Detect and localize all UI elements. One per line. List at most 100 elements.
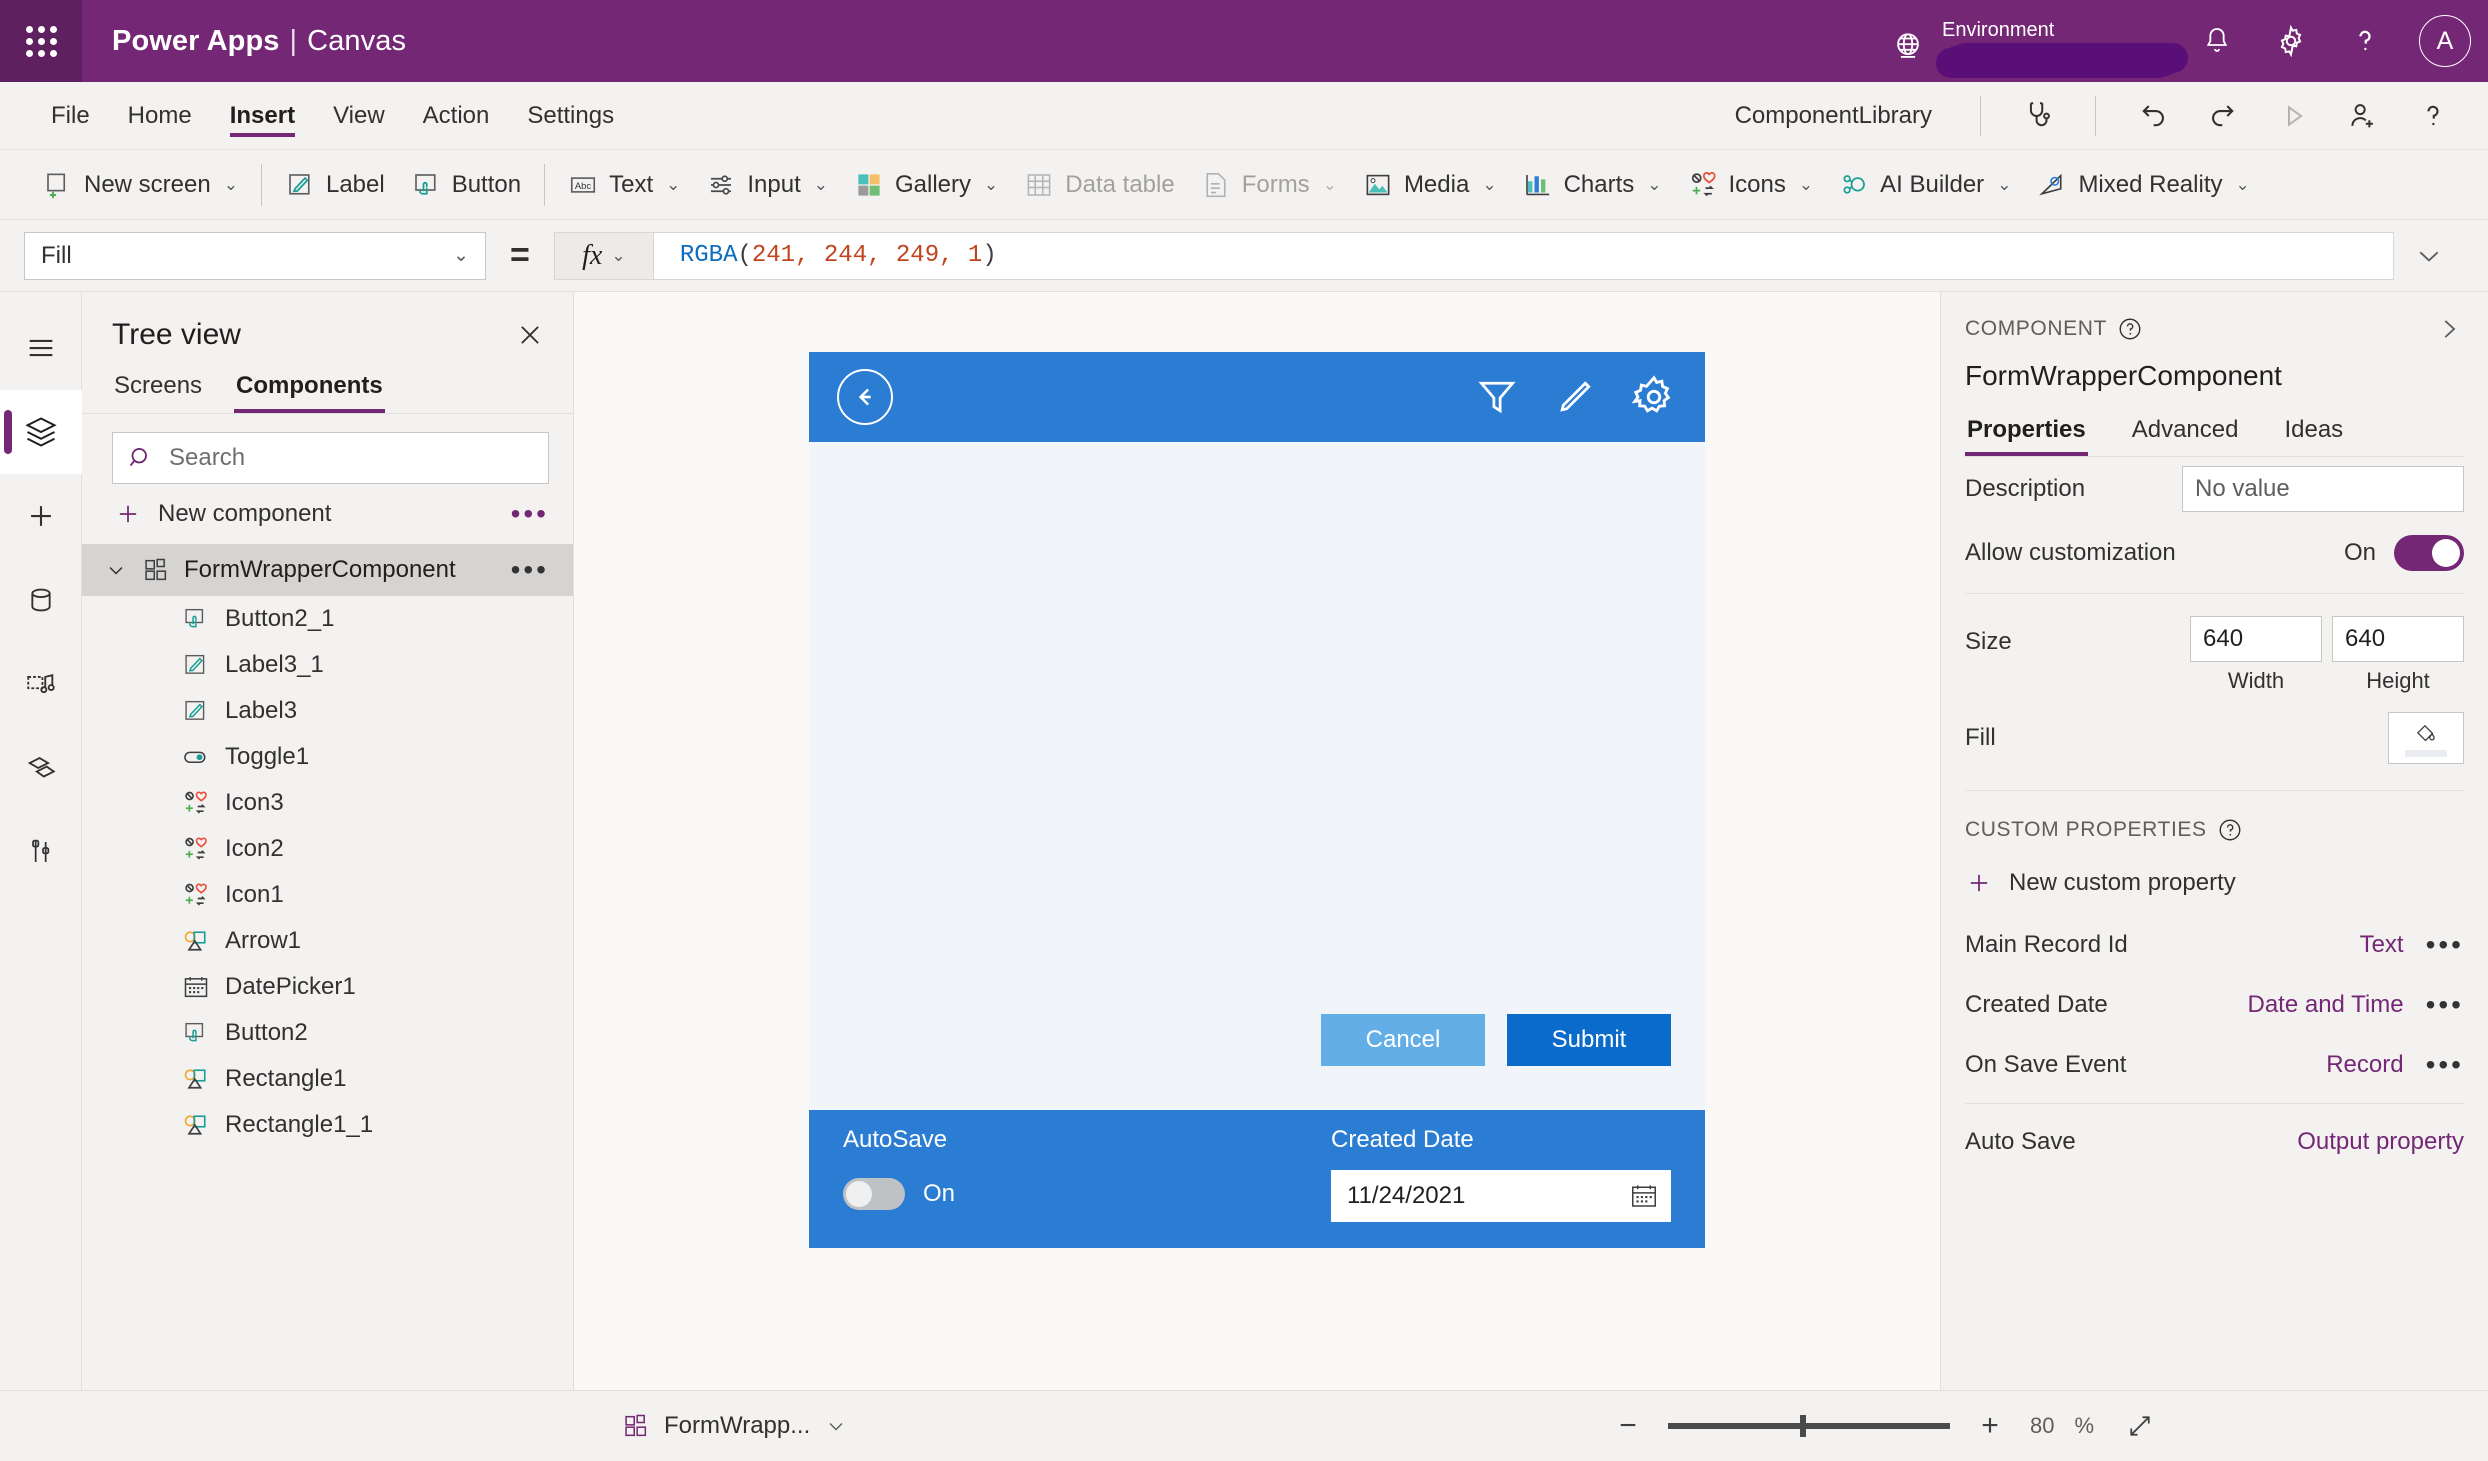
menu-item-view[interactable]: View xyxy=(314,82,404,149)
tab-components[interactable]: Components xyxy=(234,366,385,413)
tree-item-button2[interactable]: Button2 xyxy=(82,1010,573,1056)
custom-property-on-save-event[interactable]: On Save Event Record ••• xyxy=(1965,1035,2464,1095)
app-launcher-button[interactable] xyxy=(0,0,82,82)
menu-item-action[interactable]: Action xyxy=(404,82,509,149)
ribbon-label[interactable]: Label xyxy=(272,158,398,212)
redo-button[interactable] xyxy=(2188,82,2258,150)
new-component-button[interactable]: New component ••• xyxy=(82,484,573,544)
zoom-slider[interactable] xyxy=(1667,1415,1950,1437)
more-options-icon[interactable]: ••• xyxy=(2426,1051,2464,1079)
fx-button[interactable]: fx ⌄ xyxy=(553,231,654,280)
menu-item-insert[interactable]: Insert xyxy=(211,82,314,149)
zoom-in-button[interactable]: + xyxy=(1970,1409,2010,1443)
new-custom-property-button[interactable]: New custom property xyxy=(1965,851,2464,915)
search-input[interactable] xyxy=(169,444,534,472)
ribbon-mixed-reality[interactable]: Mixed Reality ⌄ xyxy=(2024,158,2262,212)
ribbon-input[interactable]: Input ⌄ xyxy=(693,158,841,212)
tree-item-button2-1[interactable]: Button2_1 xyxy=(82,596,573,642)
tree-item-icon1[interactable]: Icon1 xyxy=(82,872,573,918)
custom-property-type[interactable]: Text xyxy=(2360,931,2404,959)
ribbon-button[interactable]: Button xyxy=(398,158,534,212)
component-canvas[interactable]: Cancel Submit AutoSave On Created Date 1… xyxy=(809,352,1705,1248)
active-component-selector[interactable]: FormWrapp... xyxy=(622,1412,848,1440)
tree-item-rectangle1[interactable]: Rectangle1 xyxy=(82,1056,573,1102)
pencil-icon[interactable] xyxy=(1553,375,1597,419)
search-box[interactable] xyxy=(112,432,549,484)
description-input[interactable]: No value xyxy=(2182,466,2464,512)
back-arrow-icon[interactable] xyxy=(837,369,893,425)
ribbon-text[interactable]: Abc Text ⌄ xyxy=(555,158,693,212)
menu-item-settings[interactable]: Settings xyxy=(508,82,633,149)
ribbon-media[interactable]: Media ⌄ xyxy=(1350,158,1510,212)
rail-tree-view-button[interactable] xyxy=(0,390,82,474)
help-icon[interactable] xyxy=(2117,316,2143,342)
custom-property-auto-save[interactable]: Auto Save Output property xyxy=(1965,1112,2464,1172)
rail-data-button[interactable] xyxy=(0,558,82,642)
custom-property-type[interactable]: Date and Time xyxy=(2247,991,2403,1019)
tree-item-toggle1[interactable]: Toggle1 xyxy=(82,734,573,780)
tab-advanced[interactable]: Advanced xyxy=(2130,416,2241,456)
calendar-icon[interactable] xyxy=(1629,1181,1659,1211)
tree-item-icon2[interactable]: Icon2 xyxy=(82,826,573,872)
ribbon-charts[interactable]: Charts ⌄ xyxy=(1510,158,1675,212)
formula-bar-expand-button[interactable] xyxy=(2394,241,2464,271)
cancel-button[interactable]: Cancel xyxy=(1321,1014,1485,1066)
tree-item-formwrappercomponent[interactable]: FormWrapperComponent ••• xyxy=(82,544,573,596)
fit-screen-button[interactable] xyxy=(2114,1411,2166,1441)
notifications-button[interactable] xyxy=(2180,0,2254,82)
tree-item-label3[interactable]: Label3 xyxy=(82,688,573,734)
undo-button[interactable] xyxy=(2118,82,2188,150)
help-button[interactable] xyxy=(2328,0,2402,82)
rail-tools-button[interactable] xyxy=(0,810,82,894)
ribbon-data-table[interactable]: Data table xyxy=(1011,158,1187,212)
allow-customization-toggle[interactable] xyxy=(2394,535,2464,571)
settings-button[interactable] xyxy=(2254,0,2328,82)
tab-ideas[interactable]: Ideas xyxy=(2282,416,2345,456)
ribbon-new-screen[interactable]: New screen ⌄ xyxy=(30,158,251,212)
more-options-icon[interactable]: ••• xyxy=(2426,931,2464,959)
chevron-right-icon[interactable] xyxy=(2434,314,2464,344)
tab-screens[interactable]: Screens xyxy=(112,366,204,413)
gear-icon[interactable] xyxy=(1631,374,1677,420)
property-selector[interactable]: Fill ⌄ xyxy=(24,231,486,280)
share-button[interactable] xyxy=(2328,82,2398,150)
tree-item-datepicker1[interactable]: DatePicker1 xyxy=(82,964,573,1010)
brand-title[interactable]: Power Apps | Canvas xyxy=(112,25,406,58)
rail-power-automate-button[interactable] xyxy=(0,726,82,810)
more-options-icon[interactable]: ••• xyxy=(511,500,549,528)
play-preview-button[interactable] xyxy=(2258,82,2328,150)
ribbon-forms[interactable]: Forms ⌄ xyxy=(1188,158,1350,212)
zoom-out-button[interactable]: − xyxy=(1608,1409,1648,1443)
ribbon-gallery[interactable]: Gallery ⌄ xyxy=(841,158,1011,212)
menu-item-home[interactable]: Home xyxy=(109,82,211,149)
custom-property-created-date[interactable]: Created Date Date and Time ••• xyxy=(1965,975,2464,1035)
tree-item-label3-1[interactable]: Label3_1 xyxy=(82,642,573,688)
rail-insert-button[interactable] xyxy=(0,474,82,558)
menu-item-file[interactable]: File xyxy=(32,82,109,149)
formula-input[interactable]: RGBA(241, 244, 249, 1) xyxy=(653,231,2394,280)
tree-item-arrow1[interactable]: Arrow1 xyxy=(82,918,573,964)
canvas-area[interactable]: Cancel Submit AutoSave On Created Date 1… xyxy=(574,292,1940,1390)
environment-selector[interactable]: Environment xyxy=(1882,0,2180,82)
help-icon[interactable] xyxy=(2217,817,2243,843)
autosave-toggle[interactable] xyxy=(843,1178,905,1210)
close-icon[interactable] xyxy=(515,320,545,350)
rail-media-button[interactable] xyxy=(0,642,82,726)
created-date-picker[interactable]: 11/24/2021 xyxy=(1331,1170,1671,1222)
width-input[interactable]: 640 xyxy=(2190,616,2322,662)
ribbon-icons[interactable]: Icons ⌄ xyxy=(1675,158,1827,212)
custom-property-main-record-id[interactable]: Main Record Id Text ••• xyxy=(1965,915,2464,975)
filter-icon[interactable] xyxy=(1475,375,1519,419)
more-options-icon[interactable]: ••• xyxy=(511,556,549,584)
rail-hamburger-button[interactable] xyxy=(0,306,82,390)
more-options-icon[interactable]: ••• xyxy=(2426,991,2464,1019)
zoom-slider-thumb[interactable] xyxy=(1800,1415,1807,1437)
app-checker-button[interactable] xyxy=(2003,82,2073,150)
ribbon-ai-builder[interactable]: AI Builder ⌄ xyxy=(1826,158,2024,212)
fill-color-picker[interactable] xyxy=(2388,712,2464,764)
tree-item-icon3[interactable]: Icon3 xyxy=(82,780,573,826)
custom-property-type[interactable]: Record xyxy=(2326,1051,2403,1079)
custom-property-type[interactable]: Output property xyxy=(2297,1128,2464,1156)
submit-button[interactable]: Submit xyxy=(1507,1014,1671,1066)
user-avatar-button[interactable]: A xyxy=(2402,15,2488,67)
